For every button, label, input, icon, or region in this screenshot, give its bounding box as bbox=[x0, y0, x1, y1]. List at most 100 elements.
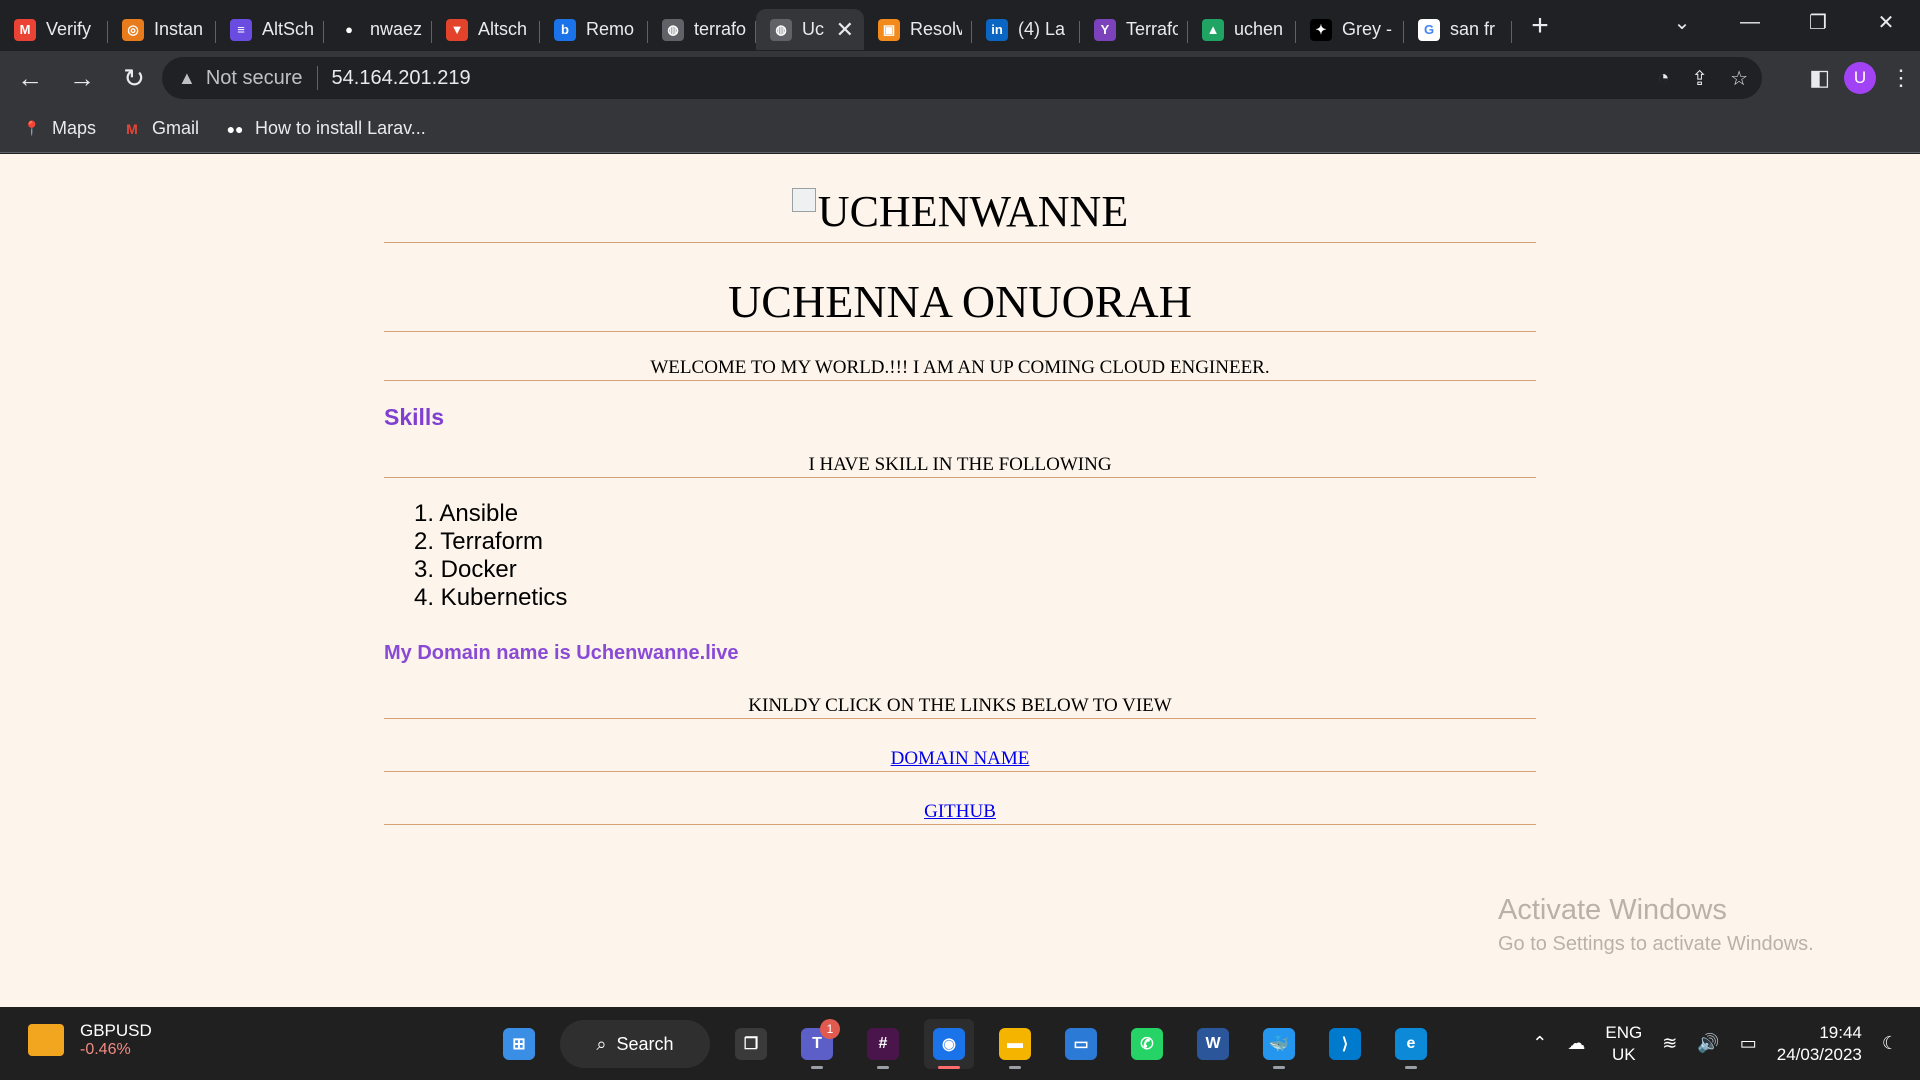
language-indicator[interactable]: ENG UK bbox=[1605, 1022, 1642, 1066]
tab-0[interactable]: M Verify bbox=[0, 9, 108, 50]
watermark-subtitle: Go to Settings to activate Windows. bbox=[1498, 933, 1814, 955]
links-intro: KINLDY CLICK ON THE LINKS BELOW TO VIEW bbox=[748, 695, 1172, 716]
taskbar-apps: ⊞ ⌕ Search ❐ T 1 # ◉ ▬ ▭ ✆ W 🐳 ⟩ e bbox=[494, 1019, 1436, 1069]
whatsapp-icon: ✆ bbox=[1131, 1028, 1163, 1060]
skills-list: 1. Ansible 2. Terraform 3. Docker 4. Kub… bbox=[384, 500, 1536, 612]
taskbar-app[interactable]: ▭ bbox=[1056, 1019, 1106, 1069]
tab-title: nwaez bbox=[370, 19, 422, 39]
divider bbox=[384, 331, 1536, 332]
address-separator bbox=[316, 66, 318, 90]
address-bar[interactable]: ▲ Not secure 54.164.201.219 ◔ ⇪ ☆ bbox=[162, 57, 1762, 99]
word-icon: W bbox=[1197, 1028, 1229, 1060]
bookmark-star-icon[interactable]: ☆ bbox=[1730, 66, 1748, 91]
wifi-icon[interactable]: ≋ bbox=[1662, 1033, 1677, 1054]
menu-icon[interactable]: ⋮ bbox=[1890, 65, 1912, 91]
bookmark-item[interactable]: ●● How to install Larav... bbox=[225, 118, 426, 139]
tab-7[interactable]: ◍ Uc ✕ bbox=[756, 9, 864, 50]
tab-title: Instan bbox=[154, 19, 204, 39]
back-button[interactable]: ← bbox=[8, 56, 52, 100]
running-indicator bbox=[877, 1066, 889, 1069]
logo-alt-text: UCHENWANNE bbox=[817, 187, 1129, 236]
altschool-icon: ≡ bbox=[230, 18, 252, 41]
taskbar-app[interactable]: W bbox=[1188, 1019, 1238, 1069]
docker-icon: 🐳 bbox=[1263, 1028, 1295, 1060]
tab-3[interactable]: ● nwaez bbox=[324, 9, 432, 50]
aws-icon: ◎ bbox=[122, 18, 144, 41]
url-text[interactable]: 54.164.201.219 bbox=[332, 67, 471, 90]
new-tab-button[interactable]: + bbox=[1518, 4, 1562, 48]
tab-title: Verify bbox=[46, 19, 92, 39]
reload-button[interactable]: ↻ bbox=[112, 56, 156, 100]
performance-icon[interactable]: ◔ bbox=[1657, 67, 1669, 90]
logo-row: UCHENWANNE bbox=[384, 184, 1536, 240]
profile-avatar[interactable]: U bbox=[1844, 62, 1876, 94]
clock[interactable]: 19:44 24/03/2023 bbox=[1777, 1022, 1862, 1066]
chrome-icon: ◉ bbox=[933, 1028, 965, 1060]
taskbar-app[interactable]: ⊞ bbox=[494, 1019, 544, 1069]
bookmark-item[interactable]: M Gmail bbox=[122, 118, 199, 139]
tab-4[interactable]: ▼ Altsch bbox=[432, 9, 540, 50]
taskbar-app[interactable]: T1 bbox=[792, 1019, 842, 1069]
taskbar-app[interactable]: ✆ bbox=[1122, 1019, 1172, 1069]
google-icon: G bbox=[1418, 18, 1440, 41]
tab-title: Grey - bbox=[1342, 19, 1393, 39]
running-indicator bbox=[1405, 1066, 1417, 1069]
search-icon: ⌕ bbox=[596, 1033, 607, 1054]
taskbar-app[interactable]: # bbox=[858, 1019, 908, 1069]
clock-time: 19:44 bbox=[1819, 1022, 1862, 1042]
tab-13[interactable]: Gsan fr bbox=[1404, 9, 1512, 50]
github-link[interactable]: GITHUB bbox=[924, 801, 996, 822]
tab-1[interactable]: ◎ Instan bbox=[108, 9, 216, 50]
warning-icon[interactable]: ▲ bbox=[178, 68, 196, 89]
night-light-icon[interactable]: ☾ bbox=[1882, 1033, 1898, 1054]
running-indicator bbox=[938, 1066, 960, 1069]
taskbar-app[interactable]: ❐ bbox=[726, 1019, 776, 1069]
share-icon[interactable]: ⇪ bbox=[1691, 66, 1708, 91]
onedrive-icon[interactable]: ☁ bbox=[1567, 1033, 1585, 1054]
gitlab-icon: ▼ bbox=[446, 18, 468, 41]
tab-title: Remo bbox=[586, 19, 635, 39]
taskbar-app[interactable]: 🐳 bbox=[1254, 1019, 1304, 1069]
divider bbox=[384, 380, 1536, 381]
coins-icon bbox=[28, 1024, 64, 1056]
forward-button[interactable]: → bbox=[60, 56, 104, 100]
domain-link-row: DOMAIN NAME bbox=[384, 747, 1536, 771]
minimize-button[interactable]: — bbox=[1716, 0, 1784, 44]
taskbar-app[interactable]: ◉ bbox=[924, 1019, 974, 1069]
taskbar-app[interactable]: ⟩ bbox=[1320, 1019, 1370, 1069]
tab-9[interactable]: in (4) La bbox=[972, 9, 1080, 50]
taskbar-search[interactable]: ⌕ Search bbox=[560, 1020, 710, 1068]
activate-windows-watermark: Activate Windows Go to Settings to activ… bbox=[1498, 894, 1814, 956]
tab-8[interactable]: ▣ Resolv bbox=[864, 9, 972, 50]
tab-11[interactable]: ▲ uchen bbox=[1188, 9, 1296, 50]
tab-title: Altsch bbox=[478, 19, 528, 39]
close-tab-icon[interactable]: ✕ bbox=[836, 17, 854, 43]
not-secure-label[interactable]: Not secure bbox=[206, 67, 303, 90]
tab-search-icon[interactable]: ⌄ bbox=[1648, 0, 1716, 44]
volume-icon[interactable]: 🔊 bbox=[1697, 1033, 1719, 1054]
close-window-button[interactable]: ✕ bbox=[1852, 0, 1920, 44]
tab-12[interactable]: ✦ Grey - bbox=[1296, 9, 1404, 50]
medium-icon: ●● bbox=[226, 120, 244, 137]
taskbar-app[interactable]: ▬ bbox=[990, 1019, 1040, 1069]
battery-icon[interactable]: ▭ bbox=[1740, 1033, 1757, 1054]
chevron-up-icon[interactable]: ⌃ bbox=[1532, 1033, 1547, 1054]
taskbar-app[interactable]: e bbox=[1386, 1019, 1436, 1069]
tab-5[interactable]: b Remo bbox=[540, 9, 648, 50]
file-explorer-icon: ▬ bbox=[999, 1028, 1031, 1060]
restore-button[interactable]: ❐ bbox=[1784, 0, 1852, 44]
language-code: ENG bbox=[1605, 1022, 1643, 1042]
domain-name-link[interactable]: DOMAIN NAME bbox=[891, 748, 1030, 769]
watermark-title: Activate Windows bbox=[1498, 894, 1727, 926]
side-panel-icon[interactable]: ◧ bbox=[1809, 65, 1830, 91]
edge-icon: e bbox=[1395, 1028, 1427, 1060]
tab-title: AltSch bbox=[262, 19, 314, 39]
tab-6[interactable]: ◍ terrafo bbox=[648, 9, 756, 50]
stock-widget[interactable]: GBPUSD -0.46% bbox=[28, 1021, 152, 1059]
slack-icon: # bbox=[867, 1028, 899, 1060]
page-viewport: UCHENWANNE UCHENNA ONUORAH WELCOME TO MY… bbox=[0, 154, 1920, 1007]
tab-10[interactable]: Y Terrafo bbox=[1080, 9, 1188, 50]
tab-2[interactable]: ≡ AltSch bbox=[216, 9, 324, 50]
search-label: Search bbox=[616, 1033, 674, 1054]
bookmark-item[interactable]: 📍 Maps bbox=[22, 118, 96, 139]
